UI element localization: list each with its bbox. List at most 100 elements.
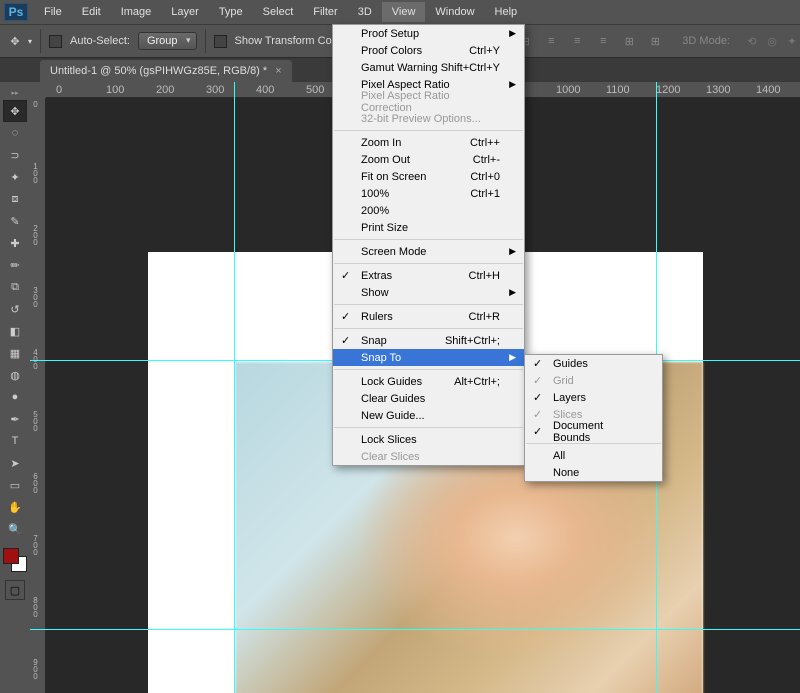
menu-help[interactable]: Help	[485, 2, 528, 22]
menu-item-lock-guides[interactable]: Lock GuidesAlt+Ctrl+;	[333, 373, 524, 390]
menu-filter[interactable]: Filter	[303, 2, 347, 22]
menu-item-proof-colors[interactable]: Proof ColorsCtrl+Y	[333, 42, 524, 59]
menu-file[interactable]: File	[34, 2, 72, 22]
tool-pen[interactable]: ✒	[3, 408, 27, 430]
menu-item-snap[interactable]: ✓SnapShift+Ctrl+;	[333, 332, 524, 349]
menu-3d[interactable]: 3D	[348, 2, 382, 22]
menu-item-none[interactable]: None	[525, 464, 662, 481]
menu-label: Snap	[361, 335, 387, 347]
document-tab[interactable]: Untitled-1 @ 50% (gsPIHWGz85E, RGB/8) * …	[40, 60, 292, 82]
menu-type[interactable]: Type	[209, 2, 253, 22]
tool-move[interactable]: ✥	[3, 100, 27, 122]
menu-item-clear-guides[interactable]: Clear Guides	[333, 390, 524, 407]
menu-label: Print Size	[361, 222, 408, 234]
ruler-tick: 0	[56, 84, 62, 96]
tool-dodge[interactable]: ●	[3, 386, 27, 408]
menu-item-zoom-out[interactable]: Zoom OutCtrl+-	[333, 151, 524, 168]
menu-item-rulers[interactable]: ✓RulersCtrl+R	[333, 308, 524, 325]
menu-item-100[interactable]: 100% Ctrl+1	[333, 185, 524, 202]
ruler-tick: 300	[206, 84, 224, 96]
menu-item-gamut-warning[interactable]: Gamut WarningShift+Ctrl+Y	[333, 59, 524, 76]
tool-history[interactable]: ↺	[3, 298, 27, 320]
menu-item-print-size[interactable]: Print Size	[333, 219, 524, 236]
menu-item-guides[interactable]: ✓Guides	[525, 355, 662, 372]
align-btn[interactable]: ⊞	[644, 30, 666, 52]
tool-quick-select[interactable]: ✦	[3, 166, 27, 188]
menu-label: Snap To	[361, 352, 401, 364]
guide[interactable]	[30, 629, 800, 630]
menu-item-zoom-in[interactable]: Zoom InCtrl++	[333, 134, 524, 151]
tool-blur[interactable]: ◍	[3, 364, 27, 386]
pan-icon[interactable]: ◎	[764, 33, 780, 49]
tool-lasso[interactable]: ⊃	[3, 144, 27, 166]
menu-label: Screen Mode	[361, 246, 426, 258]
menu-separator	[334, 130, 523, 131]
menu-item-screen-mode[interactable]: Screen Mode▶	[333, 243, 524, 260]
fg-color[interactable]	[3, 548, 19, 564]
orbit-icon[interactable]: ⟲	[744, 33, 760, 49]
ruler-tick: 200	[156, 84, 174, 96]
tool-stamp[interactable]: ⧉	[3, 276, 27, 298]
check-icon: ✓	[533, 391, 542, 404]
menu-item-fit-on-screen[interactable]: Fit on ScreenCtrl+0	[333, 168, 524, 185]
color-swatches[interactable]	[3, 548, 27, 572]
collapse-handle[interactable]: ▸▸	[0, 88, 30, 98]
align-btn[interactable]: ≡	[592, 30, 614, 52]
view-menu: Proof Setup▶Proof ColorsCtrl+YGamut Warn…	[332, 24, 525, 466]
check-icon: ✓	[341, 310, 350, 323]
menu-item-proof-setup[interactable]: Proof Setup▶	[333, 25, 524, 42]
tool-hand[interactable]: ✋	[3, 496, 27, 518]
tool-gradient[interactable]: ▦	[3, 342, 27, 364]
auto-select-checkbox[interactable]	[49, 35, 62, 48]
shortcut: Ctrl+1	[470, 188, 500, 200]
menu-item-document-bounds[interactable]: ✓Document Bounds	[525, 423, 662, 440]
align-btn[interactable]: ≡	[566, 30, 588, 52]
menu-label: Show	[361, 287, 389, 299]
tool-path-select[interactable]: ➤	[3, 452, 27, 474]
close-icon[interactable]: ×	[275, 65, 281, 77]
menu-image[interactable]: Image	[111, 2, 162, 22]
tool-eyedropper[interactable]: ✎	[3, 210, 27, 232]
menu-label: All	[553, 450, 565, 462]
menu-item-extras[interactable]: ✓ExtrasCtrl+H	[333, 267, 524, 284]
quick-mask-toggle[interactable]: ▢	[5, 580, 25, 600]
menu-label: Clear Guides	[361, 393, 425, 405]
ruler-tick: 100	[106, 84, 124, 96]
tool-type[interactable]: T	[3, 430, 27, 452]
menu-item-200[interactable]: 200%	[333, 202, 524, 219]
menu-item-new-guide[interactable]: New Guide...	[333, 407, 524, 424]
menu-select[interactable]: Select	[253, 2, 304, 22]
move-tool-indicator[interactable]: ✥ ▾	[6, 32, 32, 50]
ruler-tick: 500	[306, 84, 324, 96]
align-btn[interactable]: ≡	[540, 30, 562, 52]
tool-heal[interactable]: ✚	[3, 232, 27, 254]
menu-item-snap-to[interactable]: Snap To▶	[333, 349, 524, 366]
tool-brush[interactable]: ✏	[3, 254, 27, 276]
menu-label: 32-bit Preview Options...	[361, 113, 481, 125]
menu-item-pixel-aspect-ratio-correction: Pixel Aspect Ratio Correction	[333, 93, 524, 110]
ruler-tick: 1200	[656, 84, 680, 96]
tool-eraser[interactable]: ◧	[3, 320, 27, 342]
vertical-ruler[interactable]: 0100200300400500600700800900	[30, 98, 46, 693]
group-combo[interactable]: Group	[138, 32, 197, 50]
menu-item-lock-slices[interactable]: Lock Slices	[333, 431, 524, 448]
show-transform-checkbox[interactable]	[214, 35, 227, 48]
align-btn[interactable]: ⊞	[618, 30, 640, 52]
menu-window[interactable]: Window	[425, 2, 484, 22]
menu-label: Proof Setup	[361, 28, 419, 40]
snap-to-submenu: ✓Guides✓Grid✓Layers✓Slices✓Document Boun…	[524, 354, 663, 482]
menu-label: Extras	[361, 270, 392, 282]
menu-edit[interactable]: Edit	[72, 2, 111, 22]
tool-zoom[interactable]: 🔍	[3, 518, 27, 540]
menu-item-layers[interactable]: ✓Layers	[525, 389, 662, 406]
menu-label: 100%	[361, 188, 389, 200]
tool-marquee[interactable]: ◌	[3, 122, 27, 144]
menu-item-show[interactable]: Show▶	[333, 284, 524, 301]
menu-view[interactable]: View	[382, 2, 426, 22]
menu-item-all[interactable]: All	[525, 447, 662, 464]
menu-layer[interactable]: Layer	[161, 2, 209, 22]
slide-icon[interactable]: ✦	[784, 33, 800, 49]
guide[interactable]	[234, 82, 235, 693]
tool-rectangle[interactable]: ▭	[3, 474, 27, 496]
tool-crop[interactable]: ⧈	[3, 188, 27, 210]
